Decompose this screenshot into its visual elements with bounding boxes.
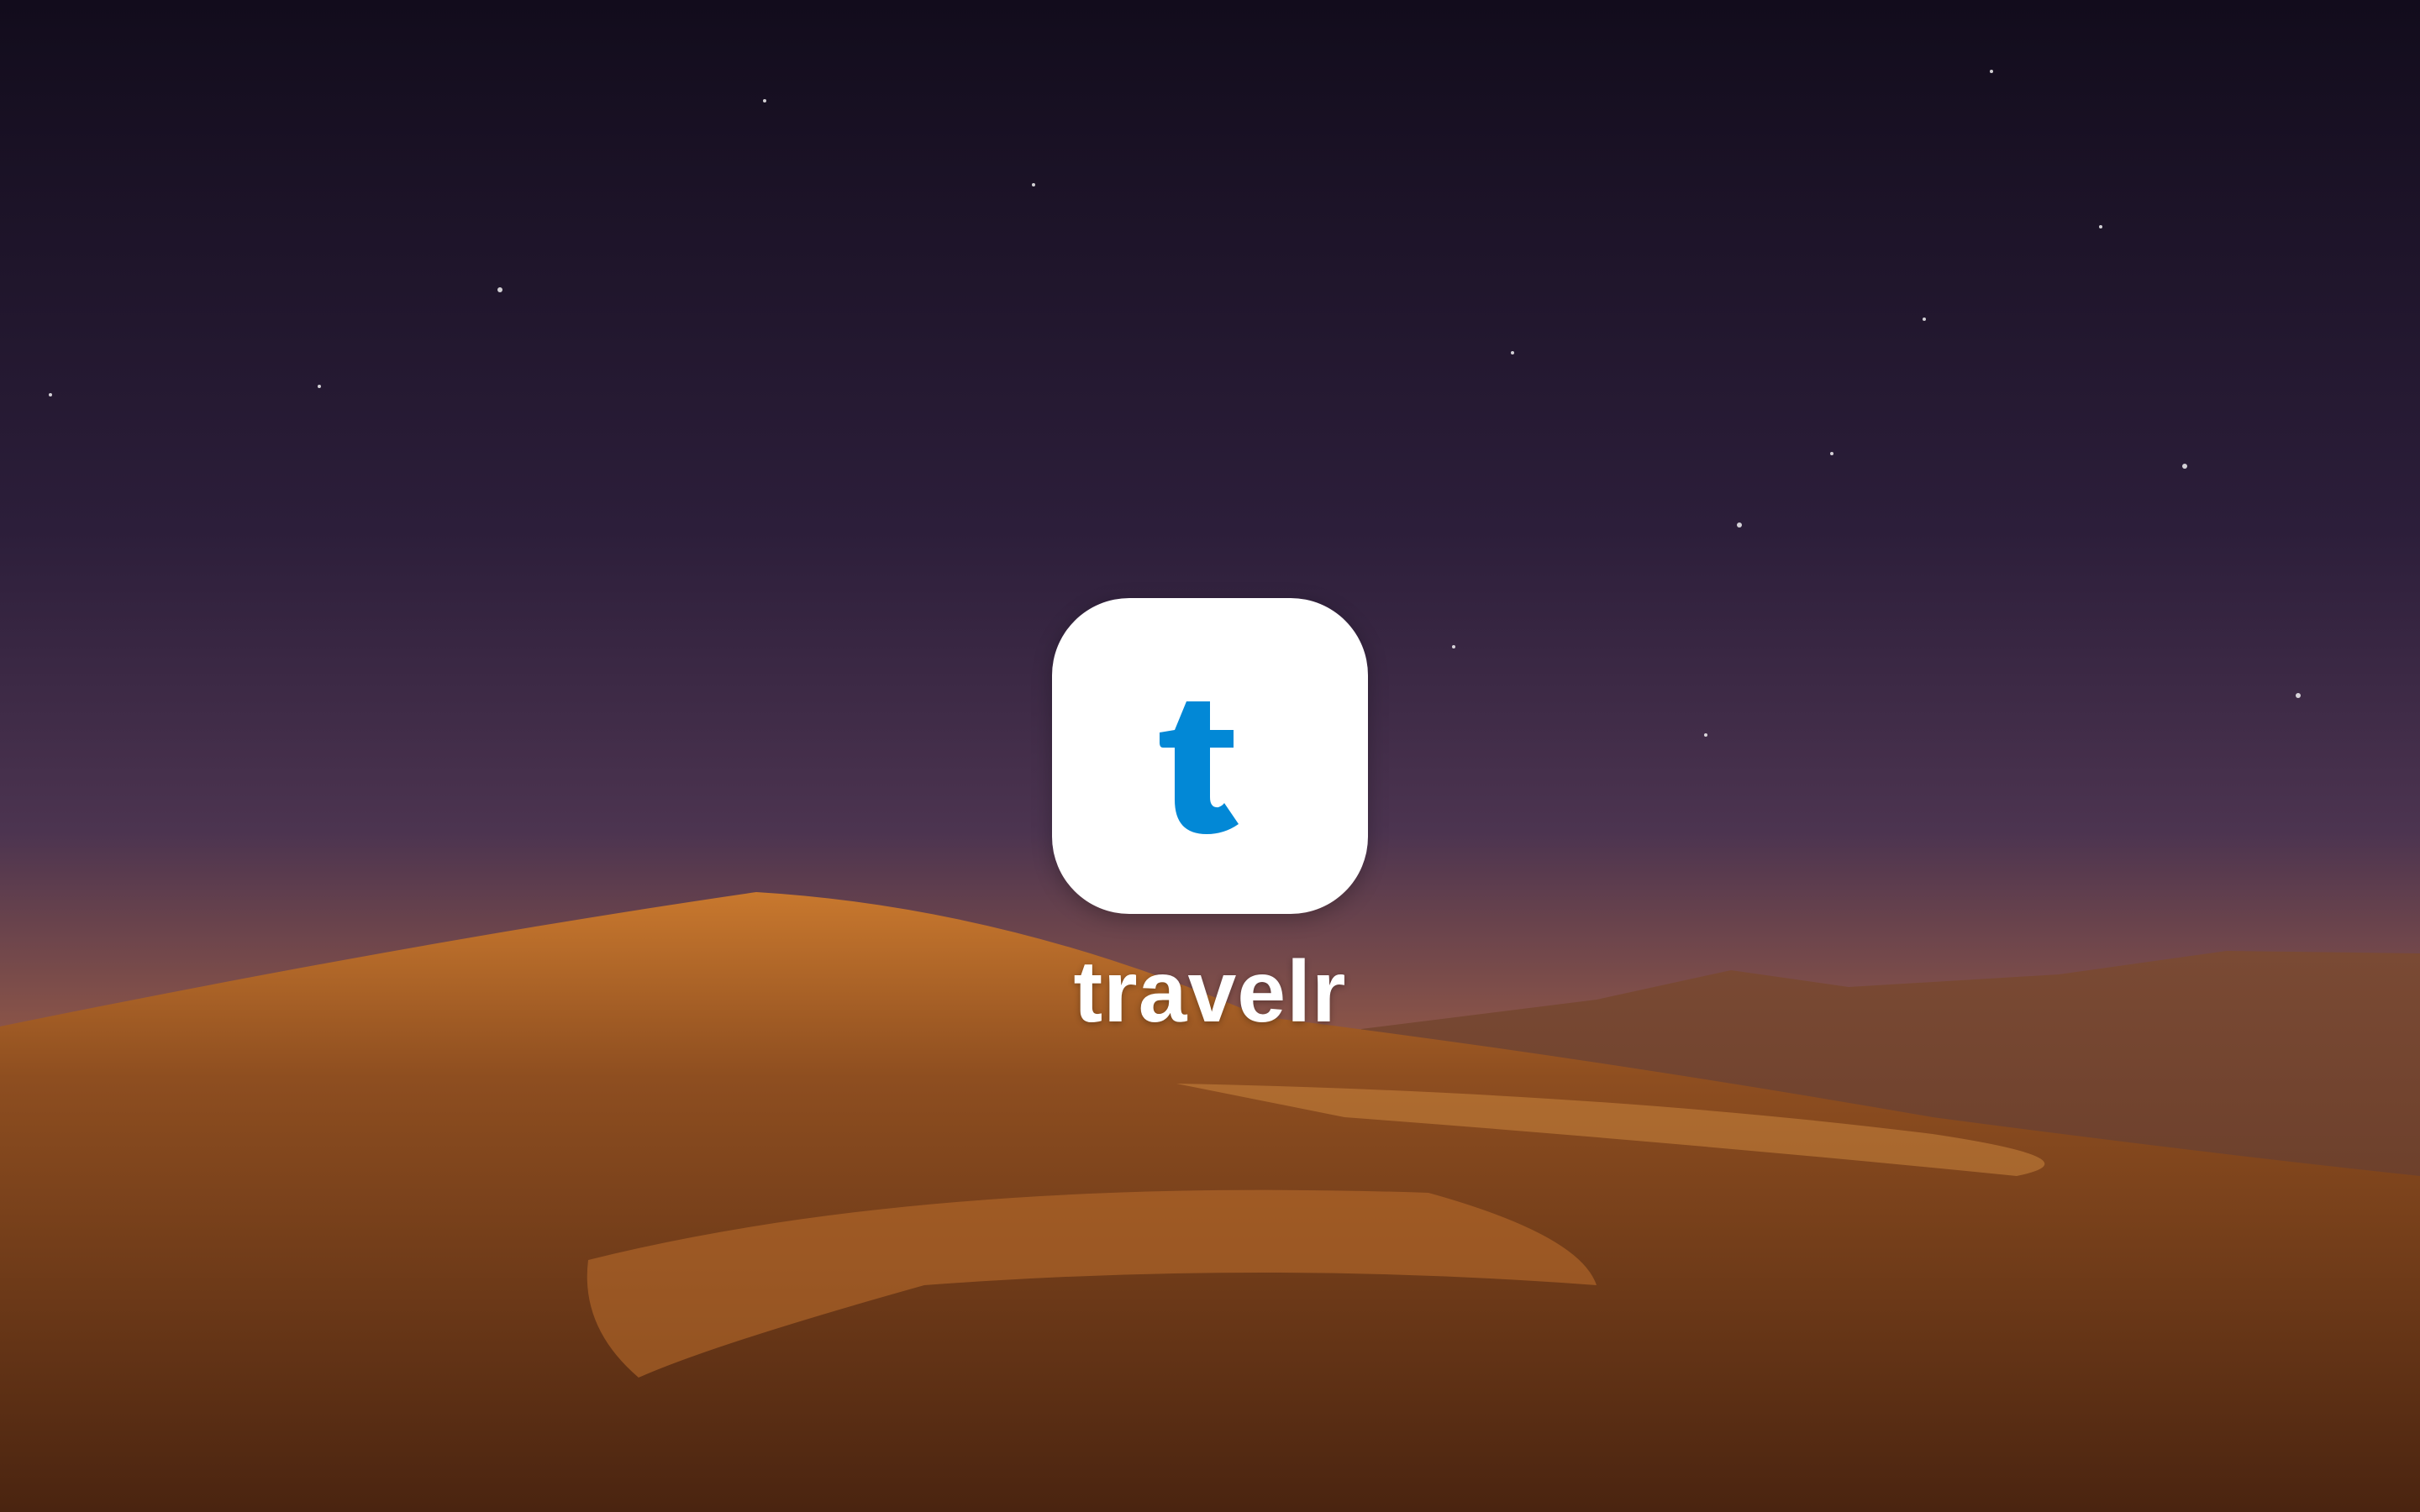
travelr-logo-icon <box>1160 701 1239 834</box>
app-name-label: travelr <box>1073 943 1347 1041</box>
travelr-app-icon[interactable] <box>1052 598 1368 914</box>
